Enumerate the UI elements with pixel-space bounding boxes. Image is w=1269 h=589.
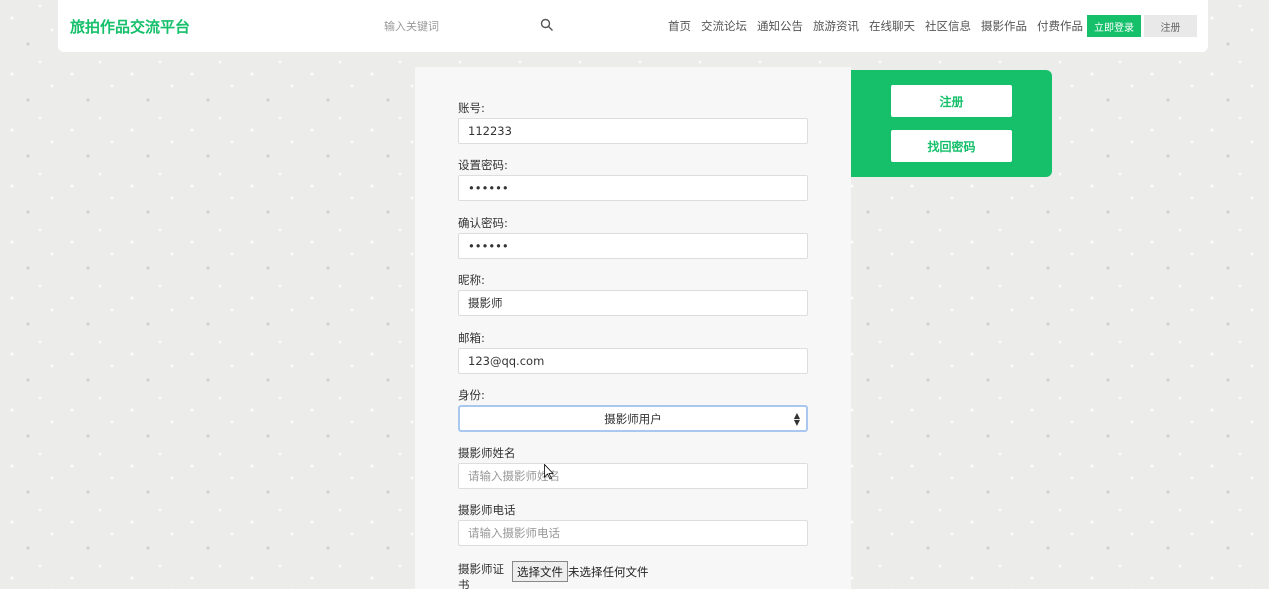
password-input[interactable] [458, 175, 808, 201]
identity-selected-value: 摄影师用户 [604, 411, 662, 426]
nav-notices[interactable]: 通知公告 [757, 18, 803, 34]
account-field: 账号: [458, 100, 808, 144]
photographer-name-label: 摄影师姓名 [458, 446, 516, 460]
search-input[interactable] [370, 14, 535, 38]
nav-paid-works[interactable]: 付费作品 [1037, 18, 1083, 34]
nav-online-chat[interactable]: 在线聊天 [869, 18, 915, 34]
password-label: 设置密码: [458, 158, 508, 172]
login-button[interactable]: 立即登录 [1087, 15, 1141, 37]
nav-community[interactable]: 社区信息 [925, 18, 971, 34]
confirm-password-input[interactable] [458, 233, 808, 259]
search-bar [370, 14, 560, 38]
identity-field: 身份: 摄影师用户 ▲ ▼ [458, 387, 808, 432]
identity-select[interactable]: 摄影师用户 ▲ ▼ [458, 405, 808, 432]
nickname-input[interactable] [458, 290, 808, 316]
site-logo[interactable]: 旅拍作品交流平台 [70, 16, 190, 37]
nav-home[interactable]: 首页 [668, 18, 691, 34]
nickname-field: 昵称: [458, 272, 808, 316]
nav-travel-news[interactable]: 旅游资讯 [813, 18, 859, 34]
email-input[interactable] [458, 348, 808, 374]
register-form: 账号: 设置密码: 确认密码: 昵称: 邮箱: 身份: 摄影师用户 ▲▼ 摄影师… [415, 67, 851, 589]
main-nav: 首页 交流论坛 通知公告 旅游资讯 在线聊天 社区信息 摄影作品 付费作品 [668, 18, 1083, 34]
nav-photo-works[interactable]: 摄影作品 [981, 18, 1027, 34]
certificate-label: 摄影师证书 [458, 562, 504, 589]
register-submit-button[interactable]: 注册 [891, 85, 1012, 117]
top-header: 旅拍作品交流平台 首页 交流论坛 通知公告 旅游资讯 在线聊天 社区信息 摄影作… [58, 0, 1208, 52]
photographer-phone-field: 摄影师电话 [458, 502, 808, 546]
confirm-password-label: 确认密码: [458, 216, 508, 230]
side-action-panel: 注册 找回密码 [851, 70, 1052, 177]
photographer-name-input[interactable] [458, 463, 808, 489]
certificate-field: 摄影师证书 选择文件 未选择任何文件 [458, 561, 808, 589]
account-label: 账号: [458, 101, 485, 115]
nickname-label: 昵称: [458, 273, 485, 287]
photographer-phone-label: 摄影师电话 [458, 503, 516, 517]
search-icon[interactable] [540, 18, 556, 34]
confirm-password-field: 确认密码: [458, 215, 808, 259]
file-status-text: 未选择任何文件 [568, 565, 649, 579]
identity-label: 身份: [458, 388, 485, 402]
select-arrows-icon: ▲ ▼ [793, 411, 800, 427]
account-input[interactable] [458, 118, 808, 144]
choose-file-button[interactable]: 选择文件 [512, 561, 568, 582]
photographer-phone-input[interactable] [458, 520, 808, 546]
password-field: 设置密码: [458, 157, 808, 201]
header-register-button[interactable]: 注册 [1144, 15, 1197, 37]
mouse-cursor-icon [544, 464, 554, 480]
nav-forum[interactable]: 交流论坛 [701, 18, 747, 34]
recover-password-button[interactable]: 找回密码 [891, 130, 1012, 162]
email-label: 邮箱: [458, 331, 485, 345]
email-field: 邮箱: [458, 330, 808, 374]
photographer-name-field: 摄影师姓名 [458, 445, 808, 489]
